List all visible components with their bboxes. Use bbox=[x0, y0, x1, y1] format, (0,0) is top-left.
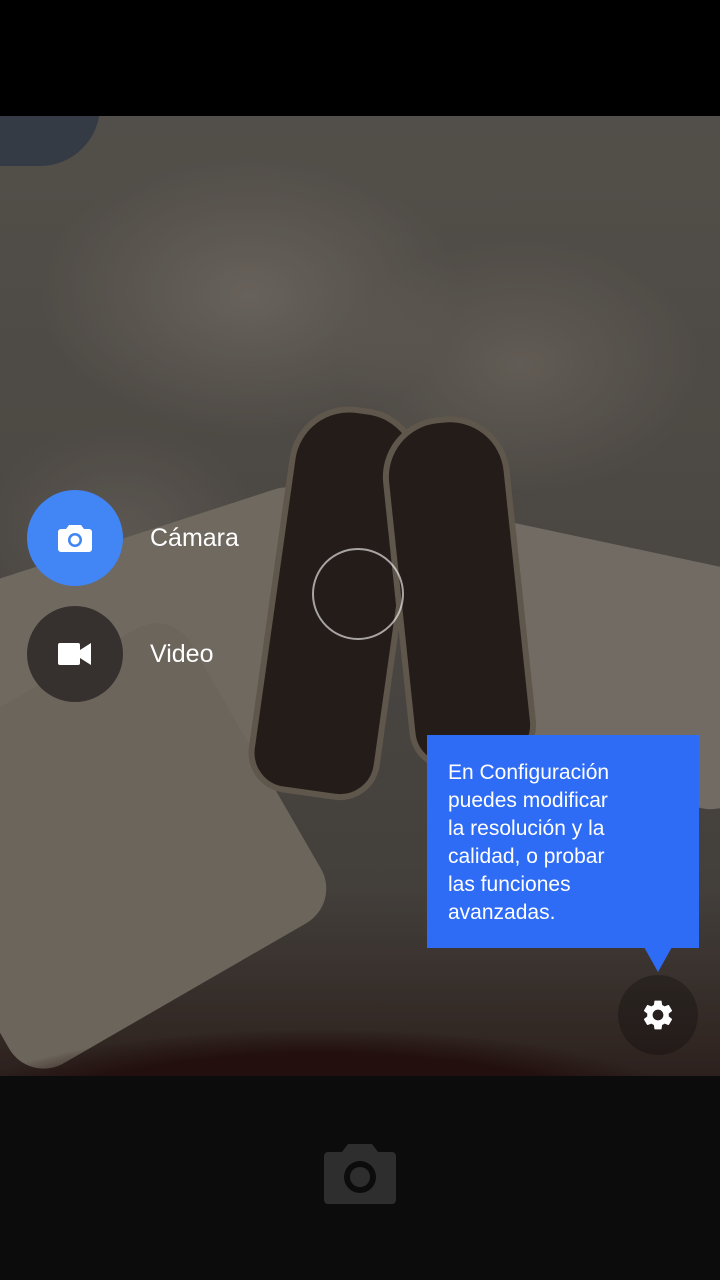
video-mode-button[interactable] bbox=[27, 606, 123, 702]
mode-video[interactable]: Video bbox=[27, 606, 214, 702]
tooltip-line: las funciones bbox=[448, 873, 571, 896]
tooltip-line: calidad, o probar bbox=[448, 845, 605, 868]
tooltip-line: En Configuración bbox=[448, 761, 610, 784]
gear-icon bbox=[643, 1000, 673, 1030]
videocam-icon bbox=[58, 643, 91, 665]
tooltip-arrow bbox=[644, 947, 672, 972]
focus-ring bbox=[312, 548, 404, 640]
camera-shutter-icon bbox=[324, 1144, 396, 1204]
video-mode-label[interactable]: Video bbox=[150, 640, 214, 669]
settings-button[interactable] bbox=[618, 975, 698, 1055]
settings-tooltip[interactable]: En Configuración puedes modificar la res… bbox=[427, 735, 699, 948]
top-bar bbox=[0, 0, 720, 116]
mode-camera[interactable]: Cámara bbox=[27, 490, 239, 586]
camera-mode-label[interactable]: Cámara bbox=[150, 524, 239, 553]
tooltip-line: la resolución y la bbox=[448, 817, 605, 840]
camera-mode-button[interactable] bbox=[27, 490, 123, 586]
tooltip-line: avanzadas. bbox=[448, 901, 556, 924]
camera-icon bbox=[58, 525, 92, 552]
camera-app-screen: Cámara Video En Configuración puedes mod… bbox=[0, 0, 720, 1280]
shutter-button[interactable] bbox=[322, 1142, 398, 1206]
tooltip-line: puedes modificar bbox=[448, 789, 608, 812]
